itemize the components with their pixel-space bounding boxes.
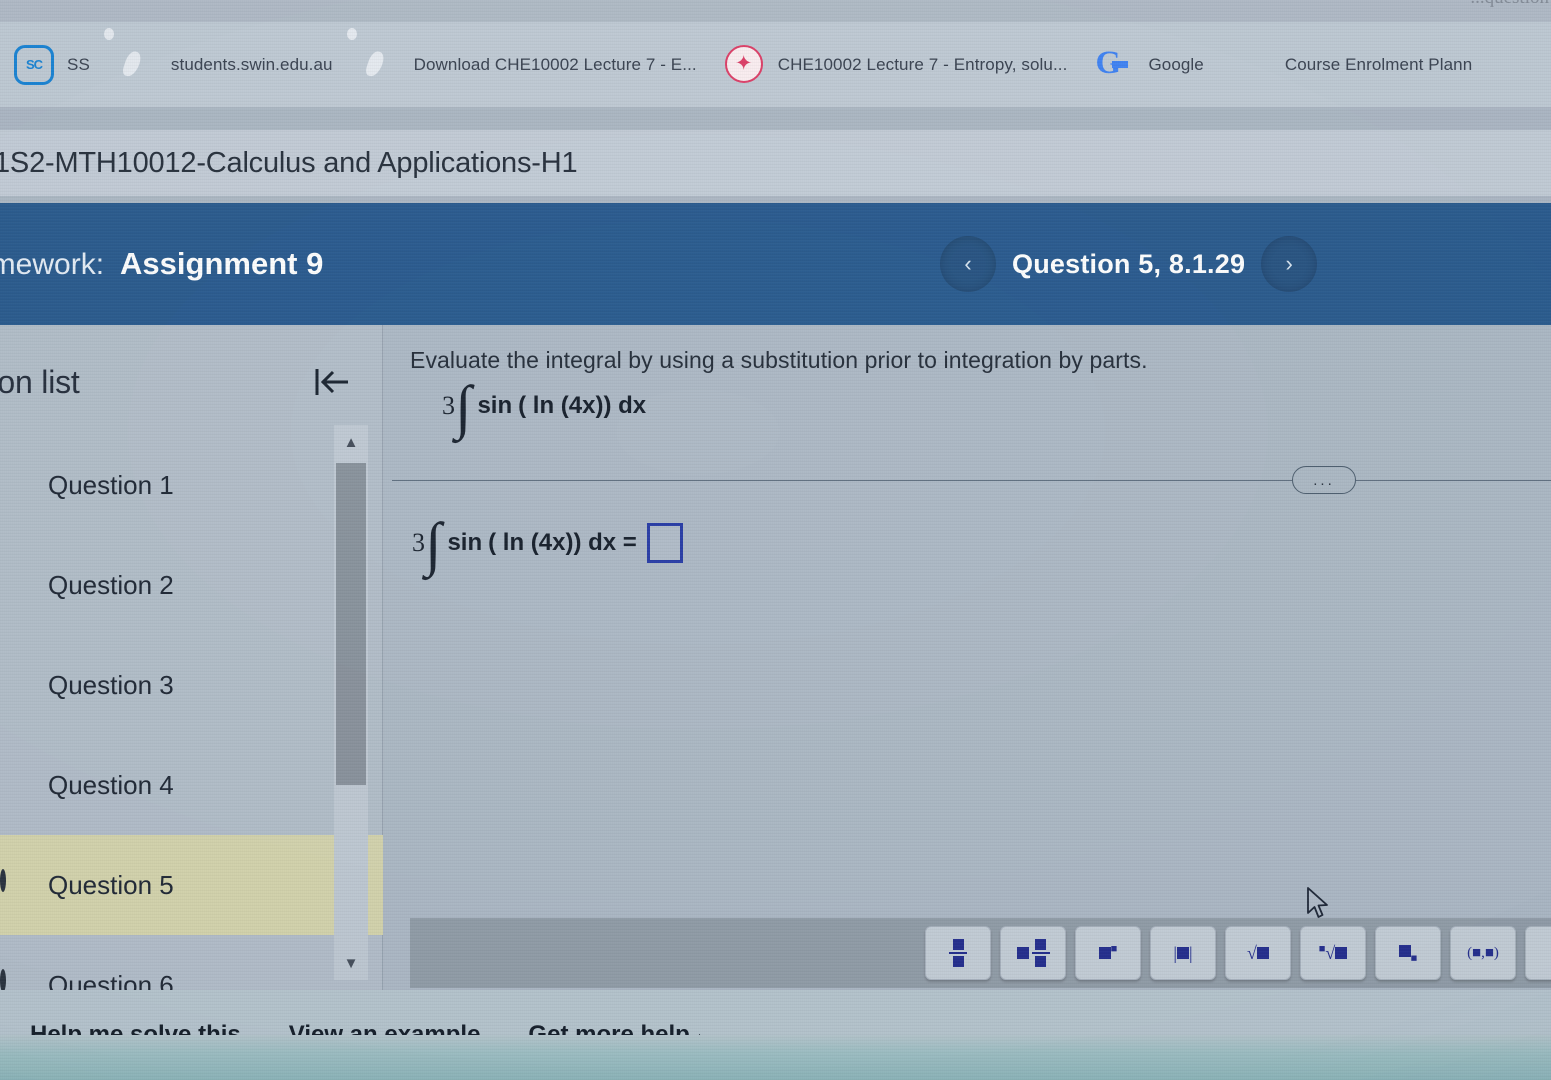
question-list-item-5[interactable]: Question 5 [0,835,383,935]
answer-expression-row: 3 ∫ sin ( ln (4x)) dx = [412,511,683,578]
status-marker [0,672,26,698]
question-list-item-4[interactable]: Question 4 [0,735,383,835]
answer-integrand-rest: ( ln (4x)) dx = [488,529,637,556]
question-list-scrollbar[interactable]: ▲ ▼ [334,425,368,980]
status-marker-unanswered-icon [0,969,26,990]
status-marker [0,472,26,498]
mixed-number-button[interactable] [1000,926,1066,980]
expression-integrand-rest: ( ln (4x)) dx [518,391,647,419]
question-navigator: ‹ Question 5, 8.1.29 › [940,236,1318,292]
question-list-item-label: Question 1 [48,469,174,500]
ordered-pair-icon: (■,■) [1467,944,1499,961]
question-list-item-label: Question 2 [48,569,174,600]
question-list-item-6[interactable]: Question 6 [0,935,383,990]
subscript-icon: ■ [1398,941,1417,965]
question-list-item-1[interactable]: Question 1 [0,435,383,535]
assignment-header: omework: Assignment 9 ‹ Question 5, 8.1.… [0,203,1551,325]
question-list-title: stion list [0,363,80,400]
bookmark-label: CHE10002 Lecture 7 - Entropy, solu... [777,54,1068,74]
bookmark-swinburne[interactable]: SC SS [0,22,104,107]
browser-url-bar-sliver[interactable]: ...question [0,0,1551,22]
question-list-header: stion list [0,339,383,425]
google-icon: G [1095,44,1122,81]
square-root-button[interactable]: √ [1225,926,1291,980]
question-panel: Evaluate the integral by using a substit… [384,325,1551,990]
flag-block-icon [1232,45,1272,85]
scroll-down-arrow-icon[interactable]: ▼ [334,946,368,980]
question-prompt: Evaluate the integral by using a substit… [410,347,1148,373]
bookmark-label: students.swin.edu.au [170,54,333,74]
bookmark-students-swin[interactable]: students.swin.edu.au [104,22,347,107]
nth-root-icon: ■√ [1319,943,1348,964]
square-root-icon: √ [1247,943,1269,964]
absolute-value-icon: | | [1173,942,1193,963]
status-marker-unanswered-icon [0,869,26,898]
assignment-title-group: omework: Assignment 9 [0,246,323,282]
bookmark-label: Google [1148,54,1204,74]
url-text: ...question [1470,0,1549,9]
fraction-icon [949,939,967,967]
starburst-icon: ✦ [724,44,765,85]
expression-integrand-bold: sin [477,391,513,419]
scroll-up-arrow-icon[interactable]: ▲ [334,425,368,459]
bookmark-course-enrolment-planner[interactable]: Course Enrolment Plann [1218,22,1486,107]
screen-edge-glare [0,1035,1551,1080]
scrollbar-thumb[interactable] [336,463,366,785]
panel-divider: ... [392,466,1551,494]
question-list-item-2[interactable]: Question 2 [0,535,383,635]
bookmark-label: SS [67,54,90,74]
status-marker-completed-icon [0,772,26,798]
more-symbols-button[interactable]: [ [1525,926,1551,980]
globe-icon [361,45,401,85]
collapse-panel-left-icon[interactable] [305,358,359,406]
next-question-button[interactable]: › [1261,236,1318,292]
question-list-item-label: Question 3 [48,669,174,700]
exponent-icon: ■ [1098,943,1117,964]
question-expression: 3 ∫ sin ( ln (4x)) dx [442,374,647,440]
question-list[interactable]: Question 1 Question 2 Question 3 Questio… [0,435,383,990]
bookmark-label: Course Enrolment Plann [1284,54,1473,74]
bookmark-entropy-lecture[interactable]: ✦ CHE10002 Lecture 7 - Entropy, solu... [711,22,1082,107]
divider-line [392,480,1551,481]
bookmark-download-lecture7[interactable]: Download CHE10002 Lecture 7 - E... [347,22,711,107]
math-palette-toolbar: ■ || √ ■√ ■ (■,■) [ [410,918,1551,988]
globe-icon [118,45,158,85]
nth-root-button[interactable]: ■√ [1300,926,1366,980]
bookmark-google[interactable]: G Google [1081,22,1217,107]
question-list-sidebar: stion list Question 1 Question 2 [0,325,383,990]
answer-coefficient: 3 [412,528,425,557]
answer-input[interactable] [646,523,683,563]
question-list-item-label: Question 6 [48,969,174,991]
bookmark-label: Download CHE10002 Lecture 7 - E... [413,54,697,74]
question-list-item-3[interactable]: Question 3 [0,635,383,735]
integral-sign-icon: ∫ [455,374,472,440]
content-area: stion list Question 1 Question 2 [0,325,1551,990]
page-title-bar: 1S2-MTH10012-Calculus and Applications-H… [0,130,1551,196]
question-list-item-label: Question 5 [48,869,174,900]
homework-kicker: omework: [0,248,105,281]
page-title: 1S2-MTH10012-Calculus and Applications-H… [0,146,578,179]
fraction-button[interactable] [925,926,991,980]
answer-integrand-bold: sin [447,529,483,556]
mixed-number-icon [1016,939,1050,967]
integral-sign-icon: ∫ [425,511,442,578]
exponent-button[interactable]: ■ [1075,926,1141,980]
ordered-pair-button[interactable]: (■,■) [1450,926,1516,980]
bookmarks-bar: SC SS students.swin.edu.au Download CHE1… [0,22,1551,108]
swinburne-logo-icon: SC [14,44,54,85]
subscript-button[interactable]: ■ [1375,926,1441,980]
status-marker [0,572,26,598]
assignment-name: Assignment 9 [120,246,324,281]
chevron-left-icon: ‹ [964,251,972,276]
chevron-right-icon: › [1285,251,1293,276]
question-list-item-label: Question 4 [48,769,174,800]
current-question-label: Question 5, 8.1.29 [1012,248,1246,279]
previous-question-button[interactable]: ‹ [940,236,996,292]
expression-coefficient: 3 [442,390,455,420]
more-options-ellipsis-button[interactable]: ... [1292,466,1356,494]
absolute-value-button[interactable]: | | [1150,926,1216,980]
